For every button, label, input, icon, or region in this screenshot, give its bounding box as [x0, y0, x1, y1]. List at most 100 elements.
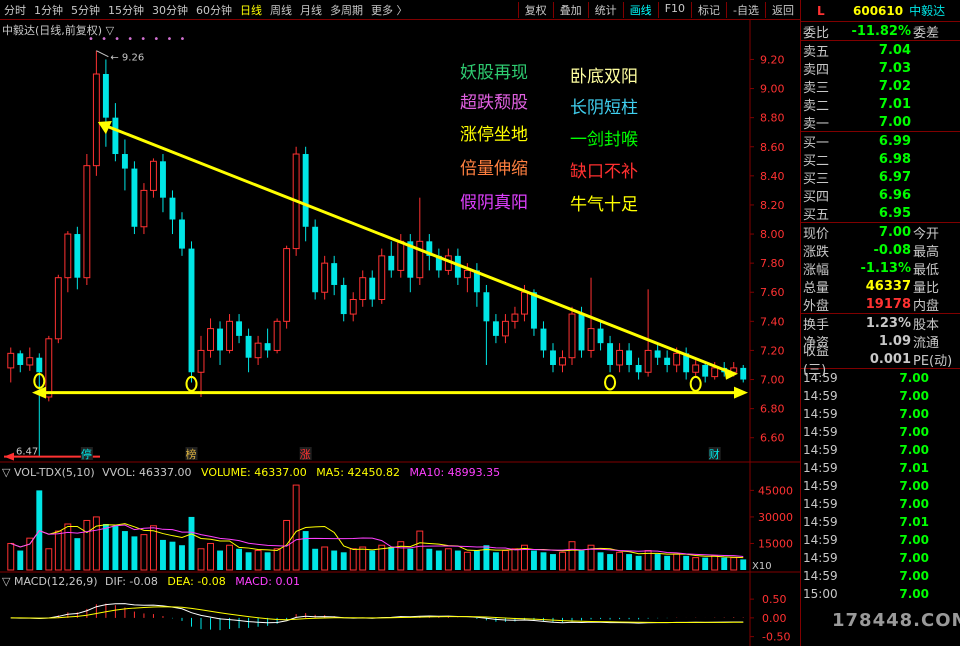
- candle[interactable]: [217, 321, 223, 365]
- period-tab[interactable]: 周线: [266, 2, 296, 18]
- candle[interactable]: [179, 212, 185, 256]
- candle[interactable]: [54, 274, 62, 344]
- candle[interactable]: [302, 146, 309, 242]
- candle[interactable]: [140, 183, 148, 235]
- toolbar-button[interactable]: 叠加: [552, 1, 588, 18]
- chart-area[interactable]: 9.20 9.00 8.80 8.60 8.40 8.20 8.00 7.80 7.60 7.40…: [0, 20, 800, 646]
- candle[interactable]: [321, 255, 329, 300]
- candle[interactable]: [121, 139, 128, 191]
- period-tab[interactable]: 5分钟: [67, 2, 104, 18]
- event-marker[interactable]: 榜: [186, 447, 197, 461]
- candle[interactable]: [92, 50, 100, 176]
- toolbar-button[interactable]: 统计: [587, 1, 623, 18]
- candle[interactable]: [664, 350, 671, 373]
- period-tab[interactable]: 日线: [236, 2, 266, 18]
- candle[interactable]: [511, 306, 519, 329]
- candle[interactable]: [559, 350, 566, 373]
- candle[interactable]: [407, 234, 414, 293]
- candle[interactable]: [607, 335, 614, 373]
- candle[interactable]: [359, 270, 367, 307]
- candle[interactable]: [83, 154, 91, 285]
- candle[interactable]: [236, 314, 243, 344]
- period-tab[interactable]: 多周期: [326, 2, 367, 18]
- period-tab[interactable]: 60分钟: [192, 2, 236, 18]
- event-marker[interactable]: 停: [81, 447, 92, 461]
- toolbar-button[interactable]: 画线: [622, 1, 658, 18]
- period-tab[interactable]: 30分钟: [148, 2, 192, 18]
- candle[interactable]: [197, 335, 205, 397]
- candle[interactable]: [378, 248, 386, 304]
- buy-row[interactable]: 买二 6.98: [801, 150, 960, 169]
- candle[interactable]: [501, 314, 509, 344]
- sell-row[interactable]: 卖一 7.00: [801, 113, 960, 132]
- candle[interactable]: [483, 284, 490, 365]
- candle[interactable]: [435, 248, 442, 278]
- candle[interactable]: [112, 103, 119, 162]
- candle[interactable]: [702, 362, 709, 383]
- tick-list[interactable]: 14:59 7.00 14:59 7.00 14:59 7.00 14:59 7.00 14:5…: [801, 369, 960, 603]
- candle[interactable]: [568, 306, 576, 365]
- candle[interactable]: [131, 161, 138, 235]
- upper-trend-line[interactable]: [99, 122, 735, 376]
- candle[interactable]: [635, 357, 642, 380]
- period-tab[interactable]: 分时: [0, 2, 30, 18]
- candle[interactable]: [254, 335, 262, 365]
- toolbar-button[interactable]: 返回: [765, 1, 800, 18]
- period-tab[interactable]: 15分钟: [104, 2, 148, 18]
- candle[interactable]: [312, 219, 319, 300]
- candle[interactable]: [550, 343, 556, 373]
- sell-row[interactable]: 卖二 7.01: [801, 95, 960, 114]
- vol-indicator-name[interactable]: ▽ VOL-TDX(5,10): [2, 466, 95, 479]
- toolbar-button[interactable]: 复权: [517, 1, 553, 18]
- toolbar-button[interactable]: -自选: [726, 1, 765, 18]
- candle[interactable]: [597, 321, 604, 351]
- candle[interactable]: [207, 318, 214, 358]
- candle[interactable]: [740, 364, 747, 383]
- macd-indicator-name[interactable]: ▽ MACD(12,26,9): [2, 575, 98, 588]
- buy-row[interactable]: 买三 6.97: [801, 168, 960, 187]
- candle[interactable]: [473, 263, 480, 307]
- event-marker[interactable]: 财: [709, 447, 720, 461]
- candle[interactable]: [340, 277, 347, 322]
- buy-row[interactable]: 买四 6.96: [801, 186, 960, 205]
- buy-label: 买五: [803, 207, 830, 223]
- candle[interactable]: [683, 347, 690, 380]
- toolbar-button[interactable]: F10: [657, 1, 691, 18]
- candle[interactable]: [388, 241, 395, 278]
- candle[interactable]: [160, 154, 166, 213]
- sell-row[interactable]: 卖三 7.02: [801, 77, 960, 96]
- candle[interactable]: [492, 314, 499, 344]
- period-tab[interactable]: 更多 〉: [367, 2, 412, 18]
- candle[interactable]: [26, 347, 34, 371]
- period-tab[interactable]: 月线: [296, 2, 326, 18]
- candle[interactable]: [349, 292, 357, 322]
- candle[interactable]: [188, 241, 195, 383]
- sell-row[interactable]: 卖五 7.04: [801, 41, 960, 60]
- candle[interactable]: [7, 347, 15, 383]
- candle[interactable]: [616, 343, 624, 373]
- candle[interactable]: [36, 353, 43, 457]
- candle[interactable]: [416, 197, 424, 285]
- candle[interactable]: [626, 343, 633, 373]
- candle[interactable]: [273, 318, 281, 354]
- candle[interactable]: [64, 231, 72, 293]
- candle[interactable]: [74, 226, 81, 290]
- period-tab[interactable]: 1分钟: [30, 2, 67, 18]
- candle[interactable]: [149, 158, 157, 198]
- buy-row[interactable]: 买一 6.99: [801, 132, 960, 151]
- candle[interactable]: [654, 343, 661, 365]
- candle[interactable]: [369, 270, 376, 307]
- sell-row[interactable]: 卖四 7.03: [801, 59, 960, 78]
- event-marker[interactable]: 涨: [300, 448, 311, 461]
- candle[interactable]: [283, 245, 291, 329]
- toolbar-button[interactable]: 标记: [691, 1, 726, 18]
- candle[interactable]: [169, 190, 176, 235]
- candle[interactable]: [245, 328, 252, 373]
- candle[interactable]: [540, 321, 547, 358]
- candle[interactable]: [264, 328, 271, 358]
- candle[interactable]: [226, 314, 234, 354]
- candle[interactable]: [644, 289, 652, 377]
- candle[interactable]: [331, 255, 338, 296]
- candle[interactable]: [17, 350, 24, 373]
- buy-row[interactable]: 买五 6.95: [801, 204, 960, 223]
